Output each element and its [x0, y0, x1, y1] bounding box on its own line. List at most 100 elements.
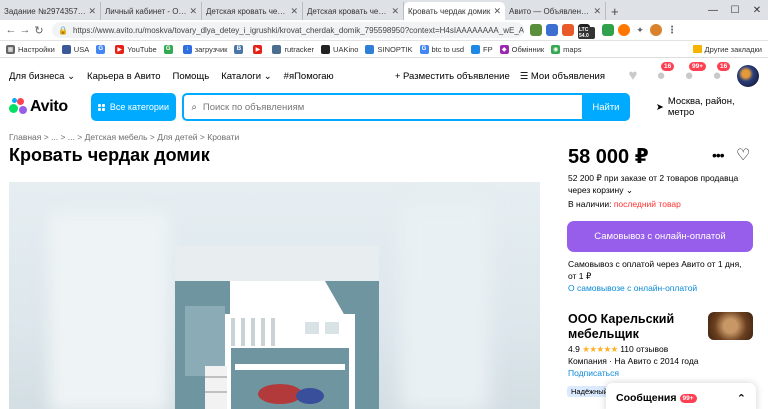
extension-icon[interactable] [530, 24, 542, 36]
torrent-icon [272, 44, 282, 54]
url-field[interactable]: 🔒 https://www.avito.ru/moskva/tovary_dly… [52, 22, 524, 38]
bookmark-item[interactable]: B [234, 44, 246, 54]
find-button[interactable]: Найти [582, 93, 630, 121]
maximize-button[interactable]: ☐ [724, 5, 746, 16]
nav-catalogs[interactable]: Каталоги ⌄ [221, 71, 271, 82]
stock-value: последний товар [613, 199, 681, 209]
google-icon: G [419, 44, 429, 54]
bookmark-item[interactable]: ◆ Обмінник [499, 44, 544, 54]
messages-icon[interactable]: ● 99+ [681, 62, 707, 84]
forward-arrow-icon[interactable]: → [18, 24, 32, 36]
more-options-icon[interactable]: ••• [712, 147, 725, 163]
chevron-down-icon: ⌄ [67, 70, 76, 82]
bookmark-item[interactable]: ▦ Настройки [6, 44, 55, 54]
browser-tab-active[interactable]: Кровать чердак домик ✕ [404, 2, 505, 20]
seller-since: Компания · На Авито с 2014 года [568, 356, 699, 366]
close-window-button[interactable]: ✕ [746, 5, 768, 16]
location-label: Москва, район, метро [667, 96, 735, 118]
nav-career[interactable]: Карьера в Авито [87, 71, 160, 82]
other-bookmarks-label: Другие закладки [704, 44, 762, 54]
tab-close-icon[interactable]: ✕ [593, 6, 601, 17]
bookmark-label: загрузчик [194, 44, 228, 54]
browser-tab[interactable]: Личный кабинет - Обь... ✕ [101, 2, 202, 20]
menu-dots-icon[interactable]: ⋮ [666, 24, 678, 36]
nav-label: Для бизнеса [9, 70, 65, 82]
seller-logo[interactable] [708, 312, 753, 340]
my-ads-link[interactable]: ☰ Мои объявления [520, 71, 605, 82]
browser-tab[interactable]: Авито — Объявления с... ✕ [505, 2, 606, 20]
tab-close-icon[interactable]: ✕ [391, 6, 399, 17]
exchange-icon: ◆ [499, 44, 509, 54]
tab-close-icon[interactable]: ✕ [88, 6, 96, 17]
chevron-down-icon: ⌄ [263, 70, 272, 82]
other-bookmarks[interactable]: Другие закладки [692, 44, 762, 54]
puzzle-icon[interactable]: ✦ [634, 24, 646, 36]
avatar[interactable] [737, 65, 759, 87]
image-gallery[interactable] [9, 182, 540, 409]
favorite-heart-icon[interactable]: ♡ [736, 145, 750, 165]
bookmark-item[interactable]: ▶ [253, 44, 265, 54]
extension-icon[interactable] [602, 24, 614, 36]
notifications-bell-icon[interactable]: ● 16 [653, 62, 675, 84]
reload-icon[interactable]: ↻ [32, 24, 46, 37]
bookmark-item[interactable]: ◉ maps [551, 44, 582, 54]
seller-name[interactable]: ООО Карельский мебельщик [568, 312, 708, 342]
subscribe-link[interactable]: Подписаться [568, 367, 619, 379]
all-categories-button[interactable]: Все категории [91, 93, 176, 121]
nav-help-campaign[interactable]: #яПомогаю [284, 71, 334, 82]
bookmark-item[interactable]: UAKino [321, 44, 358, 54]
tab-close-icon[interactable]: ✕ [189, 6, 197, 17]
bookmark-item[interactable]: ↓ загрузчик [182, 44, 228, 54]
extension-icon[interactable] [546, 24, 558, 36]
extension-icon[interactable] [562, 24, 574, 36]
breadcrumb[interactable]: Главная > ... > ... > Детская мебель > Д… [9, 132, 239, 142]
minimize-button[interactable]: — [702, 5, 724, 16]
bookmark-item[interactable]: rutracker [272, 44, 314, 54]
pickup-info-link[interactable]: О самовывозе с онлайн-оплатой [568, 282, 697, 294]
bookmark-item[interactable]: G [96, 44, 108, 54]
profile-icon[interactable] [650, 24, 662, 36]
extension-icon[interactable]: LTC 54.0 [578, 24, 595, 39]
tab-title: Детская кровать чердак... [206, 6, 288, 16]
favorites-heart-icon[interactable]: ♥ [625, 68, 641, 84]
bookmark-item[interactable]: USA [61, 44, 89, 54]
new-tab-button[interactable]: + [606, 2, 624, 20]
listing-photo[interactable] [175, 246, 379, 409]
tab-close-icon[interactable]: ✕ [493, 6, 501, 17]
categories-label: Все категории [109, 102, 169, 112]
search-input[interactable]: ⌕ Поиск по объявлениям [181, 93, 582, 121]
back-arrow-icon[interactable]: ← [4, 24, 18, 36]
film-icon [321, 44, 331, 54]
pickup-online-payment-button[interactable]: Самовывоз с онлайн-оплатой [567, 221, 753, 252]
location-arrow-icon: ➤ [655, 101, 664, 113]
bookmark-icon [61, 44, 71, 54]
messages-panel[interactable]: Сообщения 99+ ⌃ [606, 383, 756, 409]
browser-tab[interactable]: Детская кровать чердак... ✕ [303, 2, 404, 20]
my-ads-label: Мои объявления [530, 70, 605, 82]
browser-tab[interactable]: SP Задание №2974357 - ... ✕ [0, 2, 101, 20]
post-ad-link[interactable]: + Разместить объявление [395, 71, 510, 82]
grid-icon: ▦ [6, 44, 15, 54]
post-ad-label: Разместить объявление [403, 70, 510, 82]
seller-rating[interactable]: 4.9 ★★★★★ 110 отзывов [568, 343, 668, 355]
nav-business[interactable]: Для бизнеса ⌄ [9, 71, 75, 82]
chevron-up-icon[interactable]: ⌃ [737, 392, 746, 405]
nav-help[interactable]: Помощь [173, 71, 210, 82]
lock-icon: 🔒 [58, 25, 68, 35]
tab-close-icon[interactable]: ✕ [290, 6, 298, 17]
bookmark-item[interactable]: G [163, 44, 176, 54]
bookmark-item[interactable]: Gbtc to usd [419, 44, 464, 54]
weather-icon [365, 44, 375, 54]
chevron-down-icon[interactable]: ⌄ [626, 185, 633, 195]
location-selector[interactable]: ➤ Москва, район, метро [656, 96, 759, 118]
extension-icon[interactable] [618, 24, 630, 36]
extensions-bar: LTC 54.0 ✦ ⋮ [530, 24, 678, 39]
bookmark-item[interactable]: ▶ YouTube [115, 44, 157, 54]
messages-label: Сообщения [616, 392, 677, 404]
bookmark-item[interactable]: SINOPTIK [365, 44, 413, 54]
avito-logo[interactable]: Avito [9, 98, 91, 116]
bookmark-label: YouTube [127, 44, 157, 54]
cart-icon[interactable]: ● 16 [709, 62, 731, 84]
browser-tab[interactable]: Детская кровать чердак... ✕ [202, 2, 303, 20]
bookmark-item[interactable]: FP [471, 44, 493, 54]
